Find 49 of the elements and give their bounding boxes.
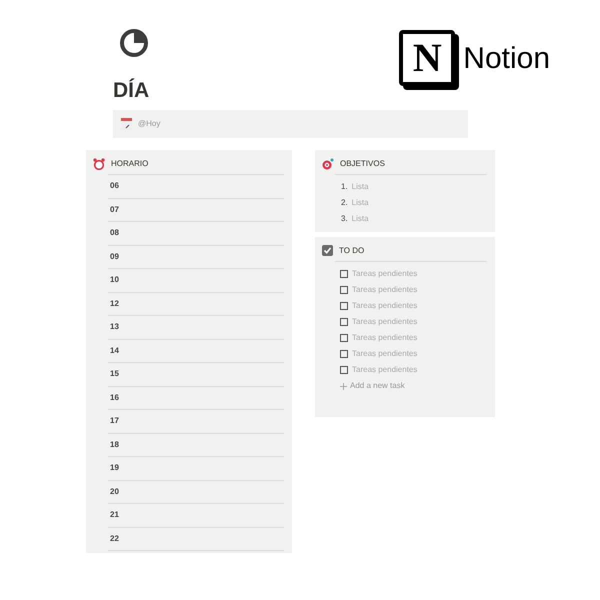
goal-item: Lista bbox=[352, 181, 369, 193]
task-checkbox[interactable] bbox=[340, 270, 348, 278]
list-number: 3. bbox=[341, 213, 348, 225]
goal-item: Lista bbox=[352, 213, 369, 225]
hour-label: 10 bbox=[110, 274, 119, 286]
task-text: Tareas pendientes bbox=[352, 268, 418, 280]
task-checkbox[interactable] bbox=[340, 286, 348, 294]
hour-label: 21 bbox=[110, 509, 119, 522]
hour-label: 09 bbox=[110, 250, 119, 263]
date-mention[interactable]: @Hoy bbox=[138, 118, 160, 130]
hour-label: 16 bbox=[110, 392, 119, 404]
list-number: 1. bbox=[341, 181, 348, 193]
hour-label: 19 bbox=[110, 462, 119, 474]
schedule-title: HORARIO bbox=[111, 158, 148, 170]
calendar-icon bbox=[121, 118, 132, 130]
add-task-button[interactable]: Add a new task bbox=[340, 378, 487, 394]
list-number: 2. bbox=[341, 197, 348, 209]
goals-title: OBJETIVOS bbox=[340, 158, 385, 170]
task-checkbox[interactable] bbox=[340, 350, 348, 358]
task-text: Tareas pendientes bbox=[352, 284, 418, 296]
task-checkbox[interactable] bbox=[340, 366, 348, 374]
goal-item: Lista bbox=[352, 197, 369, 209]
hour-label: 12 bbox=[110, 298, 119, 310]
task-text: Tareas pendientes bbox=[352, 316, 418, 328]
pie-chart-icon bbox=[119, 28, 149, 58]
hour-label: 07 bbox=[110, 204, 119, 216]
plus-icon bbox=[340, 382, 347, 390]
hour-label: 08 bbox=[110, 227, 119, 240]
task-text: Tareas pendientes bbox=[352, 348, 418, 360]
task-text: Tareas pendientes bbox=[352, 364, 418, 376]
checkbox-icon bbox=[322, 245, 333, 256]
logo-wordmark: Notion bbox=[463, 40, 550, 76]
hour-label: 22 bbox=[110, 532, 119, 545]
task-checkbox[interactable] bbox=[340, 334, 348, 342]
task-checkbox[interactable] bbox=[340, 318, 348, 326]
task-checkbox[interactable] bbox=[340, 302, 348, 310]
hour-label: 18 bbox=[110, 438, 119, 451]
todo-title: TO DO bbox=[339, 244, 364, 256]
hour-label: 17 bbox=[110, 415, 119, 428]
alarm-clock-icon bbox=[93, 158, 105, 170]
hour-label: 15 bbox=[110, 368, 119, 380]
page-title: DÍA bbox=[113, 80, 150, 101]
target-icon bbox=[322, 158, 334, 170]
hour-label: 06 bbox=[110, 180, 119, 192]
task-text: Tareas pendientes bbox=[352, 332, 418, 344]
hour-label: 13 bbox=[110, 321, 119, 334]
hour-label: 20 bbox=[110, 486, 119, 498]
task-text: Tareas pendientes bbox=[352, 300, 418, 312]
hour-label: 14 bbox=[110, 344, 119, 357]
